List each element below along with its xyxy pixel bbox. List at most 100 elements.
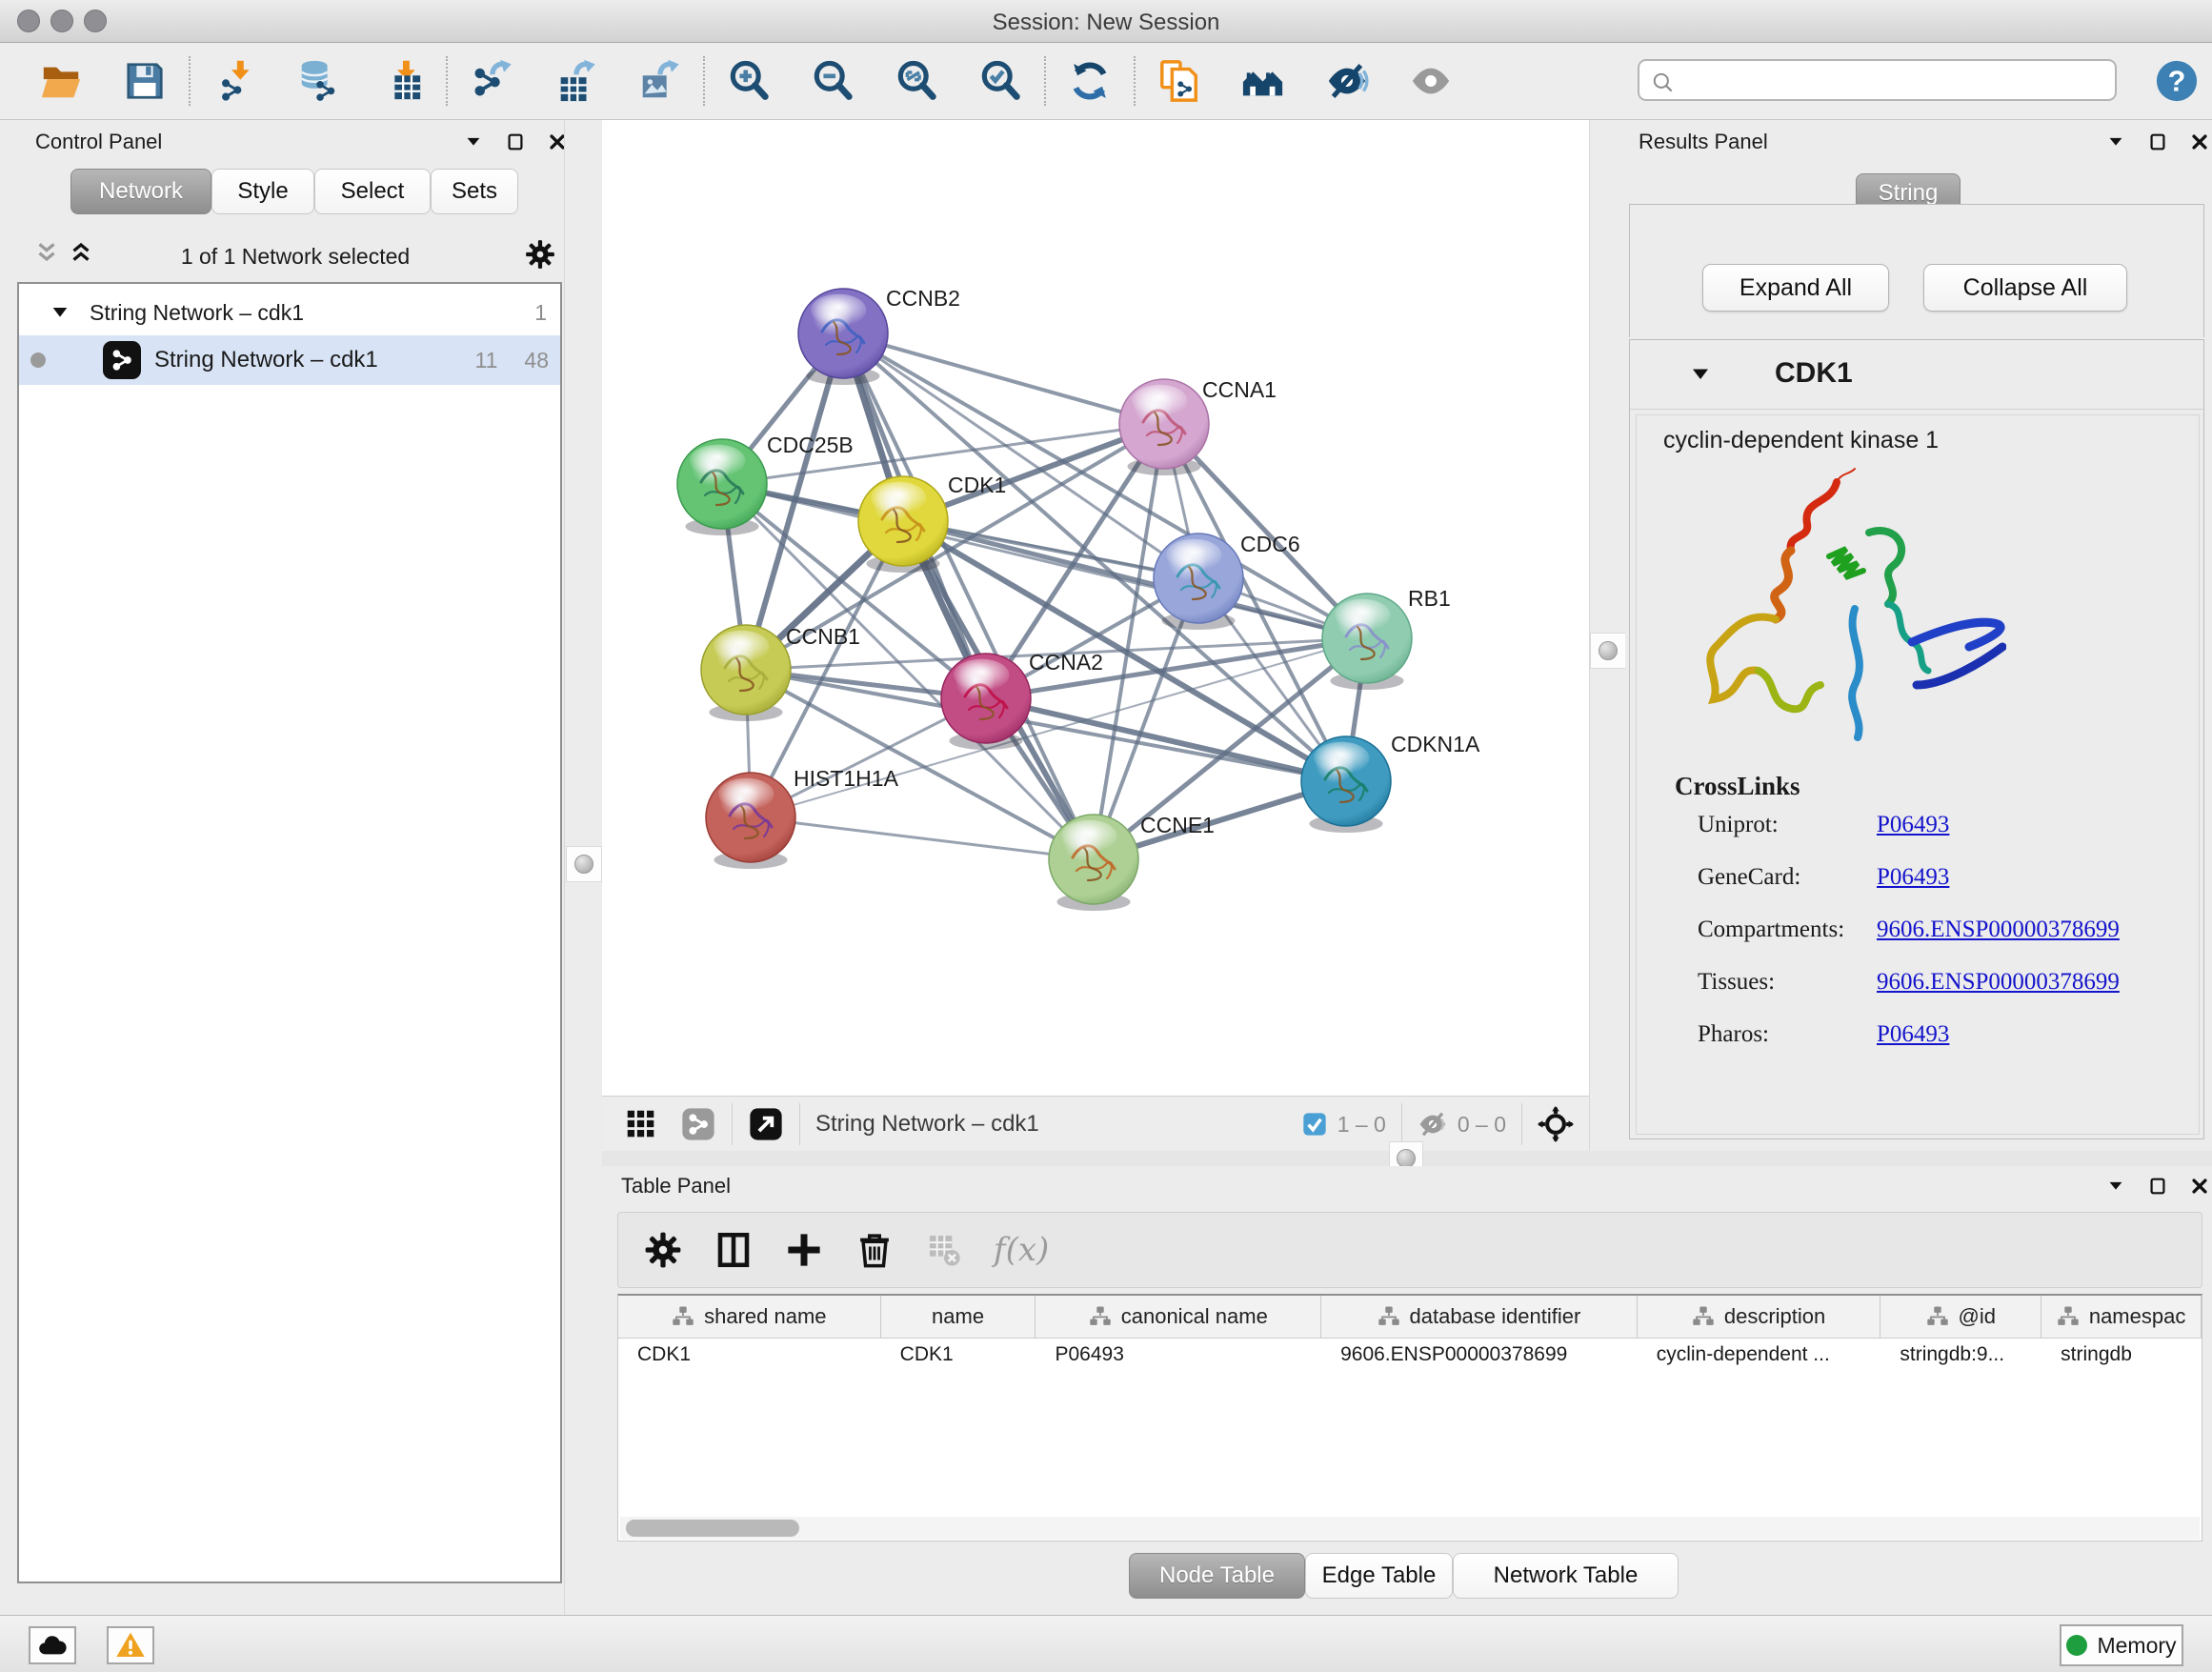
crosslink-value-link[interactable]: P06493 — [1877, 864, 1949, 891]
zoom-selected-icon[interactable] — [977, 58, 1023, 104]
collapse-all-chevron-icon[interactable] — [32, 240, 61, 273]
cell--id[interactable]: stringdb:9... — [1880, 1339, 2041, 1371]
import-network-database-icon[interactable] — [295, 58, 341, 104]
table-options-gear-icon[interactable] — [643, 1230, 683, 1270]
detach-view-icon[interactable] — [748, 1106, 784, 1142]
column-header--id[interactable]: @id — [1880, 1296, 2041, 1338]
table-horizontal-scrollbar[interactable] — [620, 1517, 2200, 1540]
network-node-CCNE1[interactable] — [1049, 815, 1138, 911]
table-panel-close-icon[interactable] — [2189, 1176, 2210, 1197]
hidden-eye-icon[interactable] — [1418, 1109, 1448, 1139]
export-network-icon[interactable] — [469, 58, 514, 104]
network-node-CCNA2[interactable] — [941, 654, 1031, 750]
node-label-RB1: RB1 — [1408, 586, 1451, 611]
network-node-CDKN1A[interactable] — [1301, 736, 1391, 833]
network-node-CDC6[interactable] — [1154, 534, 1243, 630]
cell-database-identifier[interactable]: 9606.ENSP00000378699 — [1321, 1339, 1638, 1371]
table-panel-float-icon[interactable] — [2147, 1176, 2168, 1197]
cell-shared-name[interactable]: CDK1 — [618, 1339, 881, 1371]
network-share-icon[interactable] — [680, 1106, 716, 1142]
show-all-icon[interactable] — [1408, 58, 1454, 104]
tab-node-table[interactable]: Node Table — [1129, 1553, 1305, 1599]
expand-all-button[interactable]: Expand All — [1702, 264, 1889, 312]
help-icon[interactable]: ? — [2155, 59, 2199, 108]
tab-sets[interactable]: Sets — [431, 169, 518, 214]
delete-column-icon[interactable] — [855, 1230, 895, 1270]
tab-style[interactable]: Style — [211, 169, 314, 214]
crosslink-value-link[interactable]: P06493 — [1877, 812, 1949, 838]
show-columns-icon[interactable] — [714, 1230, 754, 1270]
import-network-file-icon[interactable] — [211, 58, 257, 104]
right-splitter-handle[interactable] — [1590, 633, 1626, 669]
cell-name[interactable]: CDK1 — [881, 1339, 1036, 1371]
column-header-namespac[interactable]: namespac — [2041, 1296, 2202, 1338]
export-table-icon[interactable] — [553, 58, 598, 104]
results-panel-close-icon[interactable] — [2189, 131, 2210, 152]
table-panel-menu-caret-icon[interactable] — [2105, 1176, 2126, 1197]
warnings-button[interactable] — [107, 1626, 154, 1664]
column-header-description[interactable]: description — [1638, 1296, 1881, 1338]
search-input[interactable] — [1638, 59, 2117, 101]
refresh-view-icon[interactable] — [1067, 58, 1113, 104]
network-node-CDC25B[interactable] — [677, 439, 767, 535]
crosslink-value-link[interactable]: 9606.ENSP00000378699 — [1877, 969, 2120, 996]
tab-network-table[interactable]: Network Table — [1453, 1553, 1679, 1599]
crosslink-value-link[interactable]: P06493 — [1877, 1021, 1949, 1048]
grid-view-icon[interactable] — [623, 1106, 659, 1142]
network-collection-row[interactable]: String Network – cdk1 1 — [19, 290, 560, 335]
tab-network[interactable]: Network — [70, 169, 211, 214]
zoom-fit-icon[interactable] — [894, 58, 939, 104]
first-neighbors-icon[interactable] — [1240, 58, 1286, 104]
control-panel-float-icon[interactable] — [505, 131, 526, 152]
tab-edge-table[interactable]: Edge Table — [1305, 1553, 1453, 1599]
left-splitter-handle[interactable] — [566, 846, 602, 882]
gene-section-header[interactable]: CDK1 — [1630, 340, 2203, 410]
control-panel-menu-caret-icon[interactable] — [463, 131, 484, 152]
tree-expand-arrow-icon[interactable] — [50, 302, 70, 323]
results-panel-float-icon[interactable] — [2147, 131, 2168, 152]
clone-network-icon[interactable] — [1156, 58, 1202, 104]
collection-network-count: 1 — [534, 300, 547, 326]
zoom-out-icon[interactable] — [810, 58, 855, 104]
add-column-icon[interactable] — [784, 1230, 824, 1270]
save-session-icon[interactable] — [122, 58, 168, 104]
column-header-shared-name[interactable]: shared name — [618, 1296, 881, 1338]
export-image-icon[interactable] — [636, 58, 682, 104]
network-node-CCNA1[interactable] — [1119, 379, 1209, 475]
edge-HIST1H1A-CCNE1[interactable] — [751, 817, 1094, 859]
network-canvas[interactable]: CCNB2CCNA1CDC25BCDK1CDC6RB1CCNB1CCNA2CDK… — [602, 120, 1589, 1096]
network-options-gear-icon[interactable] — [524, 238, 556, 275]
node-label-CCNA2: CCNA2 — [1029, 650, 1103, 675]
cell-canonical-name[interactable]: P06493 — [1036, 1339, 1321, 1371]
left-splitter[interactable] — [564, 120, 604, 1615]
network-node-CCNB1[interactable] — [701, 625, 791, 721]
tab-select[interactable]: Select — [314, 169, 431, 214]
shared-column-icon — [1089, 1305, 1112, 1328]
zoom-in-icon[interactable] — [726, 58, 772, 104]
import-table-file-icon[interactable] — [379, 58, 425, 104]
right-splitter[interactable] — [1589, 120, 1627, 1155]
column-header-canonical-name[interactable]: canonical name — [1036, 1296, 1321, 1338]
network-node-RB1[interactable] — [1322, 594, 1412, 690]
horizontal-splitter[interactable] — [602, 1151, 2212, 1166]
section-collapse-arrow-icon[interactable] — [1689, 363, 1712, 391]
cell-description[interactable]: cyclin-dependent ... — [1638, 1339, 1881, 1371]
cloud-status-button[interactable] — [29, 1626, 76, 1664]
hide-selected-icon[interactable] — [1324, 58, 1370, 104]
cell-namespac[interactable]: stringdb — [2041, 1339, 2202, 1371]
network-row-selected[interactable]: String Network – cdk1 11 48 — [19, 335, 560, 385]
crosslink-label: Uniprot: — [1698, 812, 1877, 838]
network-node-HIST1H1A[interactable] — [706, 773, 795, 869]
table-row[interactable]: CDK1CDK1P064939606.ENSP00000378699cyclin… — [618, 1339, 2202, 1371]
column-header-database-identifier[interactable]: database identifier — [1321, 1296, 1638, 1338]
birdseye-crosshair-icon[interactable] — [1538, 1106, 1574, 1142]
scrollbar-thumb[interactable] — [626, 1520, 799, 1537]
expand-all-chevron-icon[interactable] — [67, 240, 95, 273]
column-header-name[interactable]: name — [881, 1296, 1036, 1338]
crosslink-value-link[interactable]: 9606.ENSP00000378699 — [1877, 917, 2120, 943]
memory-button[interactable]: Memory — [2060, 1624, 2183, 1666]
collapse-all-button[interactable]: Collapse All — [1923, 264, 2127, 312]
selected-checkbox-icon[interactable] — [1301, 1111, 1328, 1138]
results-panel-menu-caret-icon[interactable] — [2105, 131, 2126, 152]
open-session-icon[interactable] — [38, 58, 84, 104]
